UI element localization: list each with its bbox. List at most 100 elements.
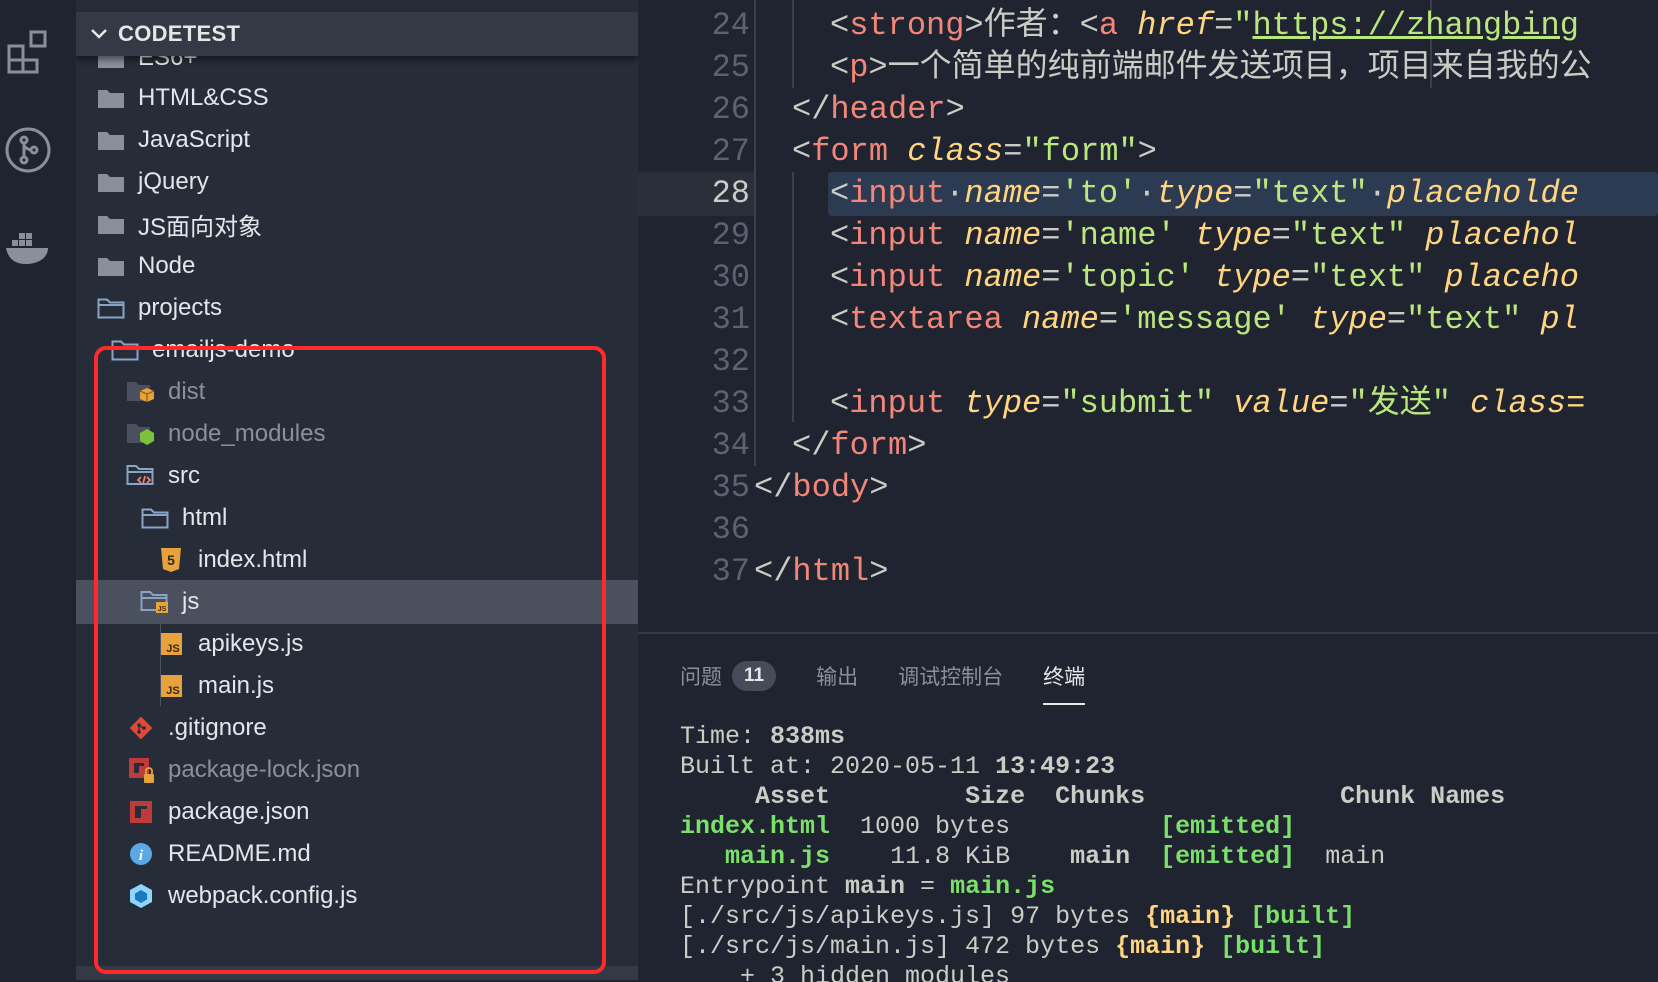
tree-item-node-modules[interactable]: node_modules — [76, 412, 638, 456]
attr-name: placeho — [1444, 259, 1579, 296]
tree-item-label: index.html — [198, 546, 308, 573]
tree-item-node[interactable]: Node — [76, 244, 638, 288]
tree-item-label: apikeys.js — [198, 630, 304, 657]
tree-item-jquery[interactable]: jQuery — [76, 160, 638, 204]
punct: = — [1329, 385, 1349, 422]
code-line: 29 <input name='name' type="text" placeh… — [638, 214, 1658, 258]
attr-name: type — [964, 385, 1042, 422]
tag-name: input — [849, 217, 946, 254]
tag-name: body — [792, 469, 870, 506]
punct: </ — [792, 91, 831, 128]
attr-name: type — [1214, 259, 1291, 296]
punct: > — [869, 553, 889, 590]
term-text: [./src/js/apikeys.js] — [680, 902, 996, 931]
string: "text" — [1406, 301, 1522, 338]
tree-item-webpack-config[interactable]: webpack.config.js — [76, 874, 638, 918]
tree-item-js-oop[interactable]: JS面向对象 — [76, 202, 638, 246]
punct: </ — [792, 427, 831, 464]
tag-name: input — [849, 259, 946, 296]
tag-name: header — [830, 91, 946, 128]
tree-item-html-css[interactable]: HTML&CSS — [76, 76, 638, 120]
line-number: 31 — [711, 301, 750, 338]
npm-icon — [126, 797, 156, 827]
html5-file-icon: 5 — [156, 545, 186, 575]
tree-item-html-folder[interactable]: html — [76, 496, 638, 540]
string: 'topic' — [1060, 259, 1195, 296]
code-line: 35 </body> — [638, 466, 1658, 510]
tree-item-emailjs-demo[interactable]: emailjs-demo — [76, 328, 638, 372]
tree-item-label: node_modules — [168, 420, 326, 447]
docker-icon[interactable] — [0, 228, 56, 268]
code-line: 24 <strong>作者：<a href="https://zhangbing — [638, 4, 1658, 48]
string: 'to' — [1060, 175, 1138, 212]
tree-item-js-folder[interactable]: JS js — [76, 580, 638, 624]
code-text: <input·name='to'·type="text"·placeholde — [830, 175, 1579, 212]
indent-guide — [754, 0, 756, 466]
line-number: 28 — [638, 172, 754, 216]
indent-guide — [792, 0, 794, 88]
dist-folder-icon — [126, 377, 156, 407]
term-text: [./src/js/main.js] — [680, 932, 951, 961]
code-text: <strong>作者：<a href="https://zhangbing — [830, 4, 1579, 48]
terminal-output[interactable]: Time: 838ms Built at: 2020-05-11 13:49:2… — [680, 722, 1505, 982]
folder-open-icon — [96, 293, 126, 323]
tab-output[interactable]: 输出 — [816, 661, 858, 691]
tree-item-gitignore[interactable]: .gitignore — [76, 706, 638, 750]
term-text: main — [1070, 842, 1131, 871]
code-editor[interactable]: 24 <strong>作者：<a href="https://zhangbing… — [638, 0, 1658, 632]
code-text: </body> — [754, 466, 888, 510]
line-number: 30 — [711, 259, 750, 296]
punct: < — [830, 217, 850, 254]
code-text: <input name='name' type="text" placehol — [830, 214, 1579, 258]
term-text: main — [845, 872, 906, 901]
line-number: 27 — [711, 133, 750, 170]
folder-icon — [96, 167, 126, 197]
punct: = — [1003, 133, 1023, 170]
punct: = — [1290, 259, 1311, 296]
extensions-icon[interactable] — [0, 28, 56, 76]
tree-item-label: projects — [138, 294, 223, 321]
term-text: Time: — [680, 722, 771, 751]
term-header: Asset — [755, 782, 831, 811]
workspace-section-header[interactable]: CODETEST — [76, 12, 638, 56]
term-text: 11.8 KiB — [890, 842, 1011, 871]
tree-item-label: package-lock.json — [168, 756, 361, 783]
tab-problems[interactable]: 问题 11 — [680, 661, 777, 691]
code-text: </html> — [754, 550, 888, 594]
code-line: 34 </form> — [638, 424, 1658, 468]
tree-item-label: js — [182, 588, 200, 615]
npm-lock-icon — [126, 755, 156, 785]
tab-terminal[interactable]: 终端 — [1043, 661, 1086, 705]
tag-name: strong — [849, 7, 965, 44]
term-text: + 3 hidden modules — [680, 962, 1011, 982]
tree-item-readme[interactable]: i README.md — [76, 832, 638, 876]
tree-item-src[interactable]: src — [76, 454, 638, 498]
folder-icon — [96, 125, 126, 155]
tree-item-package-lock[interactable]: package-lock.json — [76, 748, 638, 792]
tree-item-label: HTML&CSS — [138, 84, 269, 111]
folder-open-icon — [110, 335, 140, 365]
tag-name: textarea — [849, 301, 1003, 338]
tree-item-package-json[interactable]: package.json — [76, 790, 638, 834]
term-text: 472 bytes — [950, 932, 1116, 961]
tree-item-label: JS面向对象 — [138, 213, 263, 241]
tree-item-label: dist — [168, 378, 206, 405]
tab-label: 终端 — [1043, 666, 1086, 689]
attr-name: type — [1156, 175, 1234, 212]
code-line: 36 — [638, 508, 1658, 552]
source-control-icon[interactable] — [0, 126, 56, 174]
tag-name: p — [849, 49, 869, 86]
punct: > — [868, 49, 888, 86]
code-line: 30 <input name='topic' type="text" place… — [638, 256, 1658, 300]
attr-name: value — [1233, 385, 1330, 422]
tree-item-dist[interactable]: dist — [76, 370, 638, 414]
code-text: <input type="submit" value="发送" class= — [830, 382, 1585, 426]
tree-item-index-html[interactable]: 5 index.html — [76, 538, 638, 582]
tab-debug-console[interactable]: 调试控制台 — [898, 661, 1003, 691]
punct: = — [1214, 7, 1234, 44]
tree-item-javascript[interactable]: JavaScript — [76, 118, 638, 162]
string: " — [1233, 7, 1253, 44]
tree-item-projects[interactable]: projects — [76, 286, 638, 330]
punct: = — [1041, 175, 1061, 212]
folder-open-icon — [140, 503, 170, 533]
